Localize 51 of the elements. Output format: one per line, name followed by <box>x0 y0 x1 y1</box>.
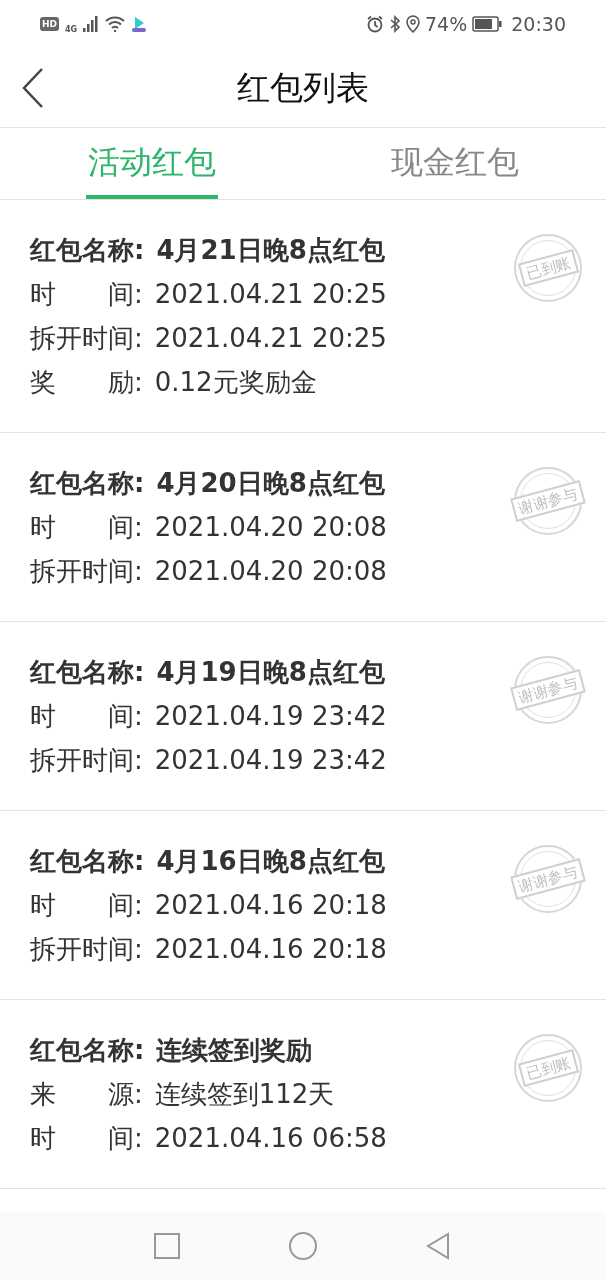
field-value: 2021.04.16 20:18 <box>154 932 387 966</box>
field-label: 红包名称: <box>30 1033 145 1067</box>
field-label: 奖 励: <box>30 365 143 399</box>
field-value: 2021.04.16 06:58 <box>154 1121 387 1155</box>
network-type: 4G <box>65 24 78 36</box>
packet-name: 4月20日晚8点红包 <box>156 466 385 500</box>
packet-name: 连续签到奖励 <box>156 1033 313 1067</box>
field-label: 时 间: <box>30 277 143 311</box>
field-label: 红包名称: <box>30 466 145 500</box>
bluetooth-icon <box>389 15 401 33</box>
field-label: 时 间: <box>30 699 143 733</box>
field-label: 拆开时间: <box>30 321 143 355</box>
tab[interactable]: 现金红包 <box>388 128 521 199</box>
field-value: 连续签到112天 <box>154 1077 335 1111</box>
packet-name: 4月21日晚8点红包 <box>156 233 385 267</box>
field-value: 2021.04.19 23:42 <box>154 743 387 777</box>
battery-percent: 74% <box>425 11 468 37</box>
tab[interactable]: 活动红包 <box>85 128 218 199</box>
field-label: 红包名称: <box>30 844 145 878</box>
field-label: 拆开时间: <box>30 932 143 966</box>
field-label: 红包名称: <box>30 655 145 689</box>
location-icon <box>406 15 420 33</box>
signal-icon <box>83 16 100 32</box>
field-label: 时 间: <box>30 1121 143 1155</box>
field-value: 2021.04.20 20:08 <box>154 510 387 544</box>
packet-name: 4月19日晚8点红包 <box>156 655 385 689</box>
home-button[interactable] <box>289 1232 317 1260</box>
field-label: 拆开时间: <box>30 743 143 777</box>
field-value: 2021.04.16 20:18 <box>154 888 387 922</box>
app-icon <box>131 16 148 32</box>
field-value: 2021.04.19 23:42 <box>154 699 387 733</box>
field-value: 0.12元奖励金 <box>154 365 317 399</box>
field-label: 来 源: <box>30 1077 143 1111</box>
field-label: 时 间: <box>30 510 143 544</box>
recent-apps-button[interactable] <box>154 1233 181 1259</box>
field-label: 拆开时间: <box>30 554 143 588</box>
page-title: 红包列表 <box>237 66 369 109</box>
battery-icon <box>472 16 503 32</box>
field-label: 红包名称: <box>30 233 145 267</box>
packet-name: 4月16日晚8点红包 <box>156 844 385 878</box>
field-label: 时 间: <box>30 888 143 922</box>
alarm-icon <box>366 15 384 33</box>
back-icon <box>22 68 44 108</box>
field-value: 2021.04.21 20:25 <box>154 321 387 355</box>
clock: 20:30 <box>511 11 566 37</box>
hd-icon: HD <box>40 17 59 31</box>
field-value: 2021.04.21 20:25 <box>154 277 387 311</box>
wifi-icon <box>105 16 126 32</box>
field-value: 2021.04.20 20:08 <box>154 554 387 588</box>
back-nav-button[interactable] <box>425 1232 452 1260</box>
triangle-icon <box>425 1232 450 1260</box>
